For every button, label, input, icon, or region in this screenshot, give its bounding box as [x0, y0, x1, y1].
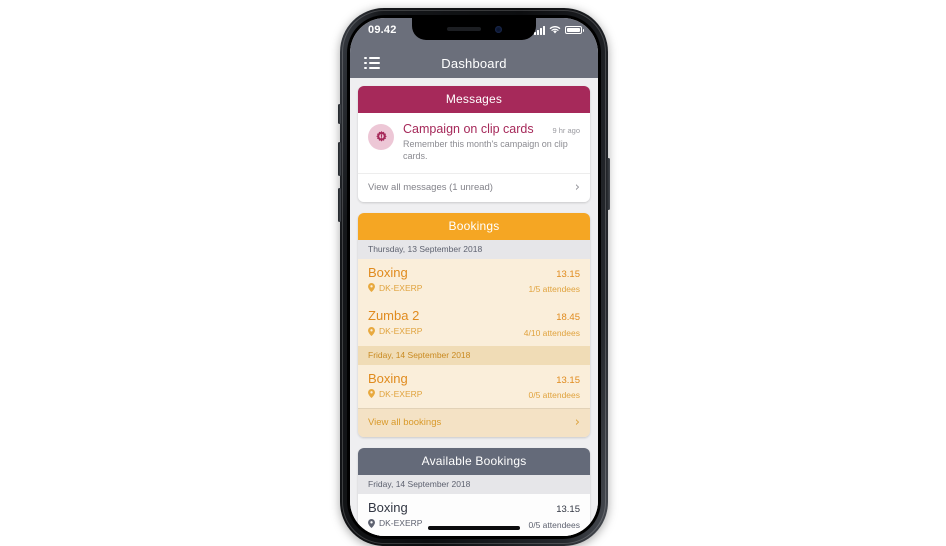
booking-date-header: Friday, 14 September 2018	[358, 345, 590, 365]
location-pin-icon	[368, 326, 375, 336]
home-indicator[interactable]	[428, 526, 520, 530]
message-list-item[interactable]: Campaign on clip cards 9 hr ago Remember…	[358, 113, 590, 173]
booking-location: DK-EXERP	[368, 389, 422, 399]
status-time: 09.42	[368, 24, 397, 36]
navigation-bar: Dashboard	[350, 48, 598, 78]
chevron-right-icon: ›	[574, 415, 580, 431]
booking-date-header: Thursday, 13 September 2018	[358, 239, 590, 259]
available-booking-location-label: DK-EXERP	[379, 518, 423, 529]
booking-attendees: 0/5 attendees	[528, 390, 580, 401]
volume-down-button[interactable]	[338, 188, 341, 222]
booking-location: DK-EXERP	[368, 326, 422, 336]
message-title: Campaign on clip cards	[403, 122, 534, 136]
available-date-header: Friday, 14 September 2018	[358, 475, 590, 495]
booking-location-label: DK-EXERP	[379, 388, 423, 399]
location-pin-icon	[368, 389, 375, 399]
available-bookings-card: Available Bookings Friday, 14 September …	[358, 448, 590, 536]
booking-location: DK-EXERP	[368, 283, 422, 293]
available-bookings-header: Available Bookings	[358, 448, 590, 476]
booking-location-label: DK-EXERP	[379, 326, 423, 337]
power-button[interactable]	[607, 158, 610, 210]
battery-icon	[565, 26, 584, 34]
booking-title: Zumba 2	[368, 308, 420, 324]
bookings-card: Bookings Thursday, 13 September 2018 Box…	[358, 212, 590, 438]
gear-icon	[368, 124, 394, 150]
phone-device-frame: 09.42 Dashboard Messages Campaign on cli…	[338, 8, 610, 546]
available-booking-attendees: 0/5 attendees	[528, 519, 580, 530]
booking-title: Boxing	[368, 370, 408, 386]
booking-row[interactable]: Boxing 13.15 DK-EXERP 0/5 attendees	[358, 364, 590, 409]
booking-time: 13.15	[556, 374, 580, 386]
available-booking-title: Boxing	[368, 500, 408, 516]
message-timestamp: 9 hr ago	[552, 126, 580, 135]
status-icons	[534, 24, 584, 35]
device-notch	[412, 18, 536, 40]
view-all-bookings-label: View all bookings	[368, 417, 442, 429]
booking-attendees: 1/5 attendees	[528, 284, 580, 295]
mute-switch[interactable]	[338, 104, 341, 124]
dashboard-content[interactable]: Messages Campaign on clip cards 9 hr ago…	[350, 78, 598, 536]
view-all-messages-link[interactable]: View all messages (1 unread) ›	[358, 172, 590, 202]
available-booking-location: DK-EXERP	[368, 518, 422, 528]
location-pin-icon	[368, 518, 375, 528]
earpiece-speaker-icon	[446, 27, 481, 31]
phone-bezel: 09.42 Dashboard Messages Campaign on cli…	[347, 15, 601, 539]
front-camera-icon	[494, 25, 502, 33]
booking-row[interactable]: Boxing 13.15 DK-EXERP 1/5 attendees	[358, 258, 590, 303]
phone-screen: 09.42 Dashboard Messages Campaign on cli…	[350, 18, 598, 536]
messages-header: Messages	[358, 86, 590, 113]
booking-attendees: 4/10 attendees	[523, 327, 580, 338]
wifi-icon	[549, 26, 561, 34]
chevron-right-icon: ›	[574, 179, 580, 195]
messages-card: Messages Campaign on clip cards 9 hr ago…	[358, 86, 590, 202]
available-booking-time: 13.15	[556, 504, 580, 516]
booking-time: 13.15	[556, 268, 580, 280]
booking-location-label: DK-EXERP	[379, 282, 423, 293]
booking-row[interactable]: Zumba 2 18.45 DK-EXERP 4/10 attendees	[358, 302, 590, 346]
bookings-header: Bookings	[358, 212, 590, 240]
booking-time: 18.45	[556, 312, 580, 324]
location-pin-icon	[368, 283, 375, 293]
view-all-messages-label: View all messages (1 unread)	[368, 181, 493, 193]
list-menu-icon[interactable]	[364, 56, 380, 70]
view-all-bookings-link[interactable]: View all bookings ›	[358, 408, 590, 438]
message-body: Remember this month's campaign on clip c…	[403, 139, 568, 161]
booking-title: Boxing	[368, 264, 408, 280]
volume-up-button[interactable]	[338, 142, 341, 176]
message-text-block: Campaign on clip cards 9 hr ago Remember…	[403, 122, 580, 163]
page-title: Dashboard	[441, 55, 507, 71]
